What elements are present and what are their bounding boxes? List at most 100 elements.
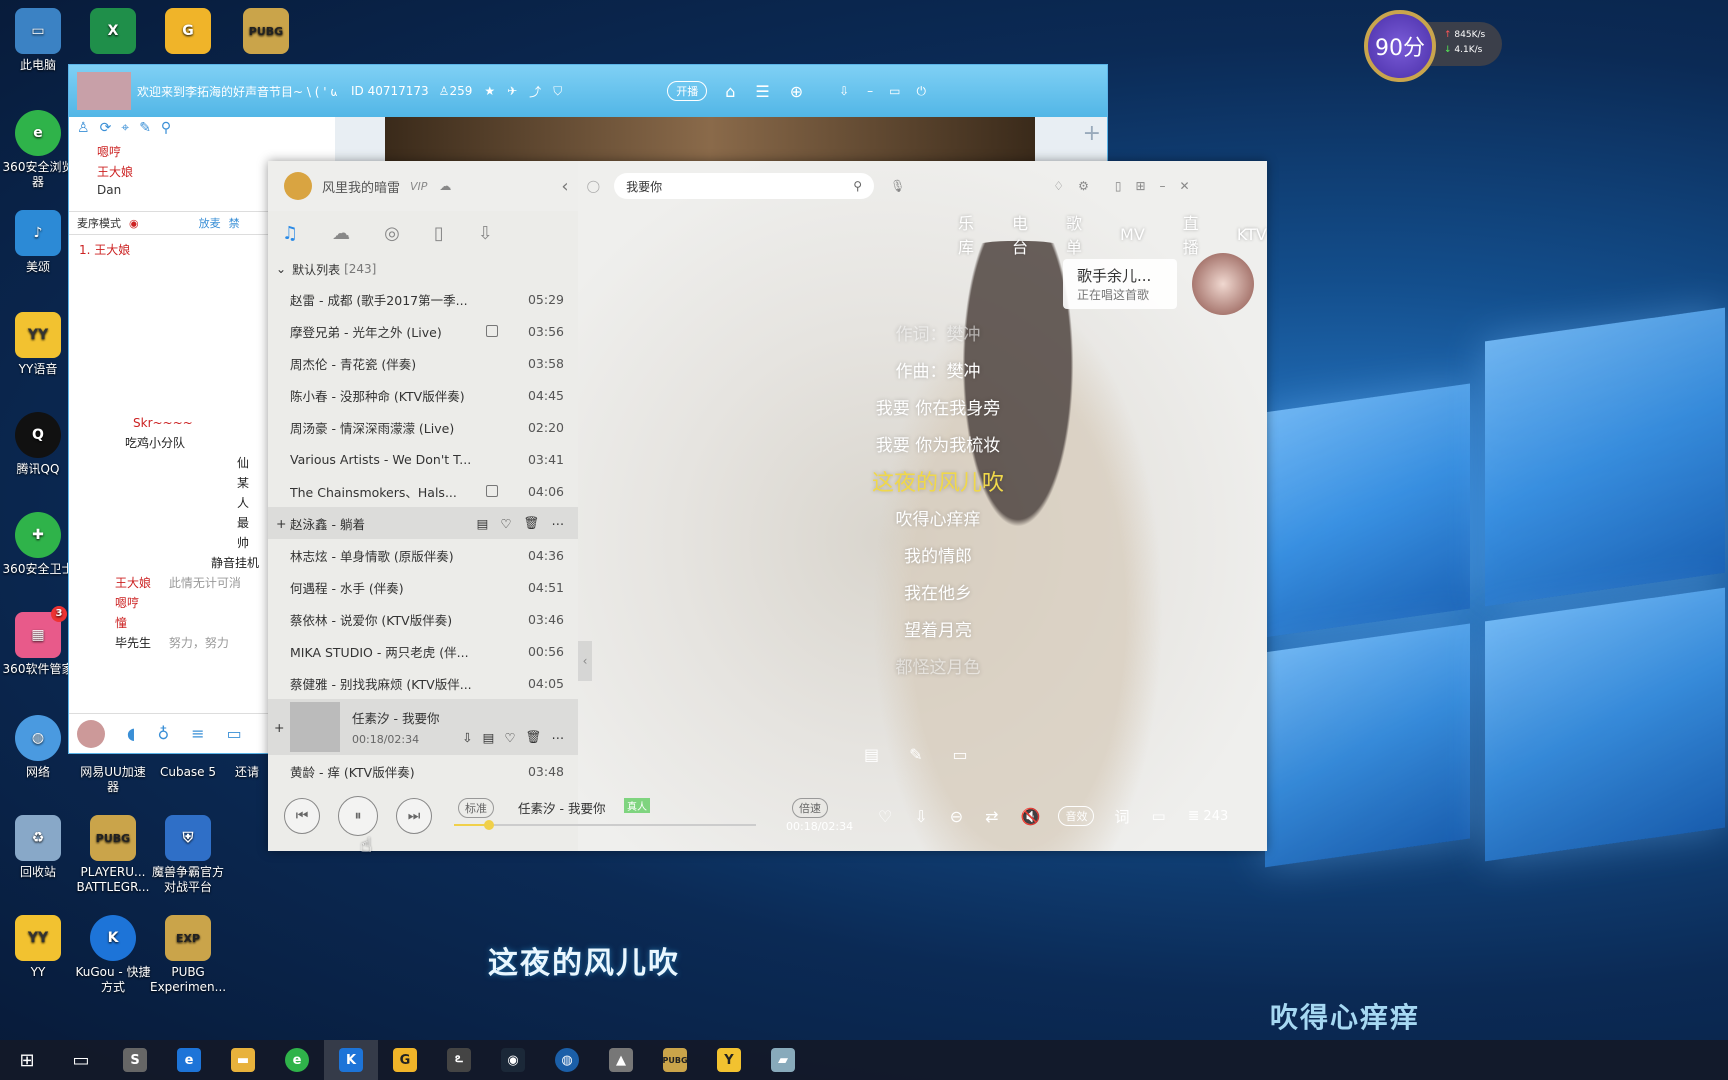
taskbar-app[interactable]: ▲ bbox=[594, 1040, 648, 1080]
lyrics-toggle-button[interactable]: 词 bbox=[1114, 806, 1129, 827]
ban-link[interactable]: 禁 bbox=[229, 215, 240, 231]
list-icon[interactable]: ☰ bbox=[755, 82, 769, 101]
tab-download-icon[interactable]: ⇩ bbox=[478, 223, 493, 244]
desktop-icon-recycle-bin[interactable]: ♻ 回收站 bbox=[0, 815, 76, 880]
mv-icon[interactable]: ▤ bbox=[483, 730, 495, 745]
desktop-icon-network[interactable]: ◍ 网络 bbox=[0, 715, 76, 780]
desktop-icon-meisong[interactable]: ♪ 美颂 bbox=[0, 210, 76, 275]
tab-device-icon[interactable]: ▯ bbox=[434, 223, 444, 244]
track-title[interactable]: 任素汐 - 我要你 bbox=[518, 798, 605, 817]
shield-icon[interactable]: ⛉ bbox=[553, 84, 562, 99]
desktop-icon-yy-voice[interactable]: YY YY语音 bbox=[0, 312, 76, 377]
edit-tab-icon[interactable]: ✎ bbox=[139, 120, 151, 138]
song-row[interactable]: 林志炫 - 单身情歌 (原版伴奏) 04:36 bbox=[268, 539, 578, 571]
taskbar-app[interactable]: ఽ bbox=[432, 1040, 486, 1080]
refresh-tab-icon[interactable]: ⟳ bbox=[100, 120, 112, 138]
singer-card[interactable]: 歌手余儿... 正在唱这首歌 bbox=[1063, 259, 1177, 309]
maximize-icon[interactable]: ▭ bbox=[889, 84, 900, 98]
nav-library[interactable]: 乐库 bbox=[958, 210, 974, 258]
add-icon[interactable]: + bbox=[274, 720, 290, 735]
close-icon[interactable]: ✕ bbox=[1180, 179, 1190, 193]
minus-circle-icon[interactable]: ⊖ bbox=[950, 807, 963, 826]
song-row[interactable]: 赵雷 - 成都 (歌手2017第一季... 05:29 bbox=[268, 283, 578, 315]
desktop-icon-warcraft[interactable]: ⛨ 魔兽争霸官方对战平台 bbox=[150, 815, 226, 895]
user-list-item[interactable]: 嗯哼 bbox=[69, 141, 334, 161]
search-box[interactable]: 我要你 ⚲ bbox=[614, 173, 875, 199]
previous-button[interactable]: ⏮ bbox=[284, 798, 320, 834]
add-icon[interactable]: + bbox=[276, 516, 290, 531]
taskbar-app[interactable]: PUBG bbox=[648, 1040, 702, 1080]
search-icon[interactable]: ⚲ bbox=[161, 120, 171, 138]
skin-icon[interactable]: ♢ bbox=[1053, 179, 1064, 193]
playlist-header[interactable]: ⌄ 默认列表 [243] bbox=[268, 255, 578, 283]
nav-ktv[interactable]: KTV bbox=[1237, 225, 1267, 244]
desktop-icon-qq[interactable]: Q 腾讯QQ bbox=[0, 412, 76, 477]
desktop-icon-this-pc[interactable]: ▭ 此电脑 bbox=[0, 8, 76, 73]
desktop-icon-pubg-test[interactable]: PUBG bbox=[228, 8, 304, 58]
desktop-icon-kugou[interactable]: K KuGou - 快捷方式 bbox=[75, 915, 151, 995]
song-row[interactable]: 蔡依林 - 说爱你 (KTV版伴奏) 03:46 bbox=[268, 603, 578, 635]
album-cover[interactable] bbox=[290, 702, 340, 752]
taskbar-app-active[interactable]: K bbox=[324, 1040, 378, 1080]
desktop-icon-misc[interactable]: 还请 bbox=[222, 765, 272, 780]
nav-radio[interactable]: 电台 bbox=[1012, 210, 1028, 258]
quality-selector[interactable]: 标准 bbox=[458, 798, 494, 818]
equalizer-icon[interactable]: ≡ bbox=[191, 724, 204, 743]
back-icon[interactable]: ‹ bbox=[561, 176, 568, 197]
layout-icon[interactable]: ⊞ bbox=[1135, 179, 1145, 193]
comment-icon[interactable]: ▭ bbox=[953, 745, 968, 764]
search-icon[interactable]: ⚲ bbox=[853, 179, 862, 193]
song-row[interactable]: The Chainsmokers、Hals... 04:06 bbox=[268, 475, 578, 507]
song-row-hovered[interactable]: + 赵泳鑫 - 躺着 ▤ ♡ 🗑 ⋯ bbox=[268, 507, 578, 539]
song-row[interactable]: MIKA STUDIO - 两只老虎 (伴... 00:56 bbox=[268, 635, 578, 667]
progress-handle[interactable] bbox=[484, 820, 495, 830]
mic-mode-dropdown[interactable]: 麦序模式 bbox=[77, 215, 121, 231]
heart-icon[interactable]: ♡ bbox=[500, 516, 511, 531]
screen-icon[interactable]: ▭ bbox=[227, 724, 242, 743]
share-icon[interactable]: ⤴ bbox=[529, 83, 541, 100]
mv-icon[interactable]: ▤ bbox=[477, 516, 489, 531]
voice-search-icon[interactable]: 🎙 bbox=[890, 179, 905, 193]
desktop-icon-wogame[interactable]: G bbox=[150, 8, 226, 58]
nav-playlists[interactable]: 歌单 bbox=[1066, 210, 1082, 258]
mv-icon[interactable] bbox=[486, 485, 498, 497]
song-row[interactable]: 周杰伦 - 青花瓷 (伴奏) 03:58 bbox=[268, 347, 578, 379]
download-icon[interactable]: ⇩ bbox=[462, 730, 472, 745]
nav-mv[interactable]: MV bbox=[1120, 225, 1145, 244]
desktop-icon-pubg[interactable]: PUBG PLAYERU... BATTLEGR... bbox=[75, 815, 151, 895]
start-broadcast-button[interactable]: 开播 bbox=[667, 81, 708, 101]
song-row[interactable]: 何遇程 - 水手 (伴奏) 04:51 bbox=[268, 571, 578, 603]
power-icon[interactable]: ⏻ bbox=[917, 84, 927, 99]
desktop-icon-uu[interactable]: 网易UU加速器 bbox=[75, 765, 151, 795]
download-icon[interactable]: ⇩ bbox=[914, 807, 927, 826]
desktop-icon-excel[interactable]: X bbox=[75, 8, 151, 58]
delete-icon[interactable]: 🗑 bbox=[526, 729, 542, 745]
delete-icon[interactable]: 🗑 bbox=[524, 515, 540, 531]
members-tab-icon[interactable]: ♙ bbox=[77, 120, 90, 138]
tab-music-icon[interactable]: ♫ bbox=[282, 223, 298, 244]
song-row[interactable]: Various Artists - We Don't T... 03:41 bbox=[268, 443, 578, 475]
taskbar-app[interactable]: ◍ bbox=[540, 1040, 594, 1080]
desktop-icon-pubg-exp[interactable]: EXP PUBG Experimen... bbox=[150, 915, 226, 995]
release-mic-link[interactable]: 放麦 bbox=[199, 215, 221, 231]
download-icon[interactable]: ⇩ bbox=[839, 84, 849, 98]
comment-icon[interactable]: ▭ bbox=[1152, 807, 1166, 825]
mute-icon[interactable]: 🔇 bbox=[1021, 807, 1041, 826]
user-avatar[interactable] bbox=[284, 172, 312, 200]
taskbar-app[interactable]: ◉ bbox=[486, 1040, 540, 1080]
more-icon[interactable]: ⋯ bbox=[552, 516, 565, 531]
now-playing-row[interactable]: + 任素汐 - 我要你 00:18/02:34 ⇩ ▤ ♡ 🗑 ⋯ bbox=[268, 699, 578, 755]
taskbar-app[interactable]: ▰ bbox=[756, 1040, 810, 1080]
vip-badge[interactable]: VIP bbox=[410, 180, 427, 193]
singer-avatar[interactable] bbox=[1192, 253, 1254, 315]
system-score-badge[interactable]: 90分 bbox=[1364, 10, 1436, 82]
taskbar-app[interactable]: e bbox=[270, 1040, 324, 1080]
minimize-icon[interactable]: – bbox=[1160, 179, 1166, 193]
location-tab-icon[interactable]: ⌖ bbox=[121, 120, 129, 138]
desktop-icon-yy[interactable]: YY YY bbox=[0, 915, 76, 980]
speed-button[interactable]: 倍速 bbox=[792, 798, 828, 818]
heart-icon[interactable]: ♡ bbox=[504, 730, 515, 745]
more-icon[interactable]: ⋯ bbox=[552, 730, 565, 745]
settings-gear-icon[interactable]: ⚙ bbox=[1078, 179, 1089, 193]
microphone-icon[interactable]: ♁ bbox=[157, 724, 169, 743]
